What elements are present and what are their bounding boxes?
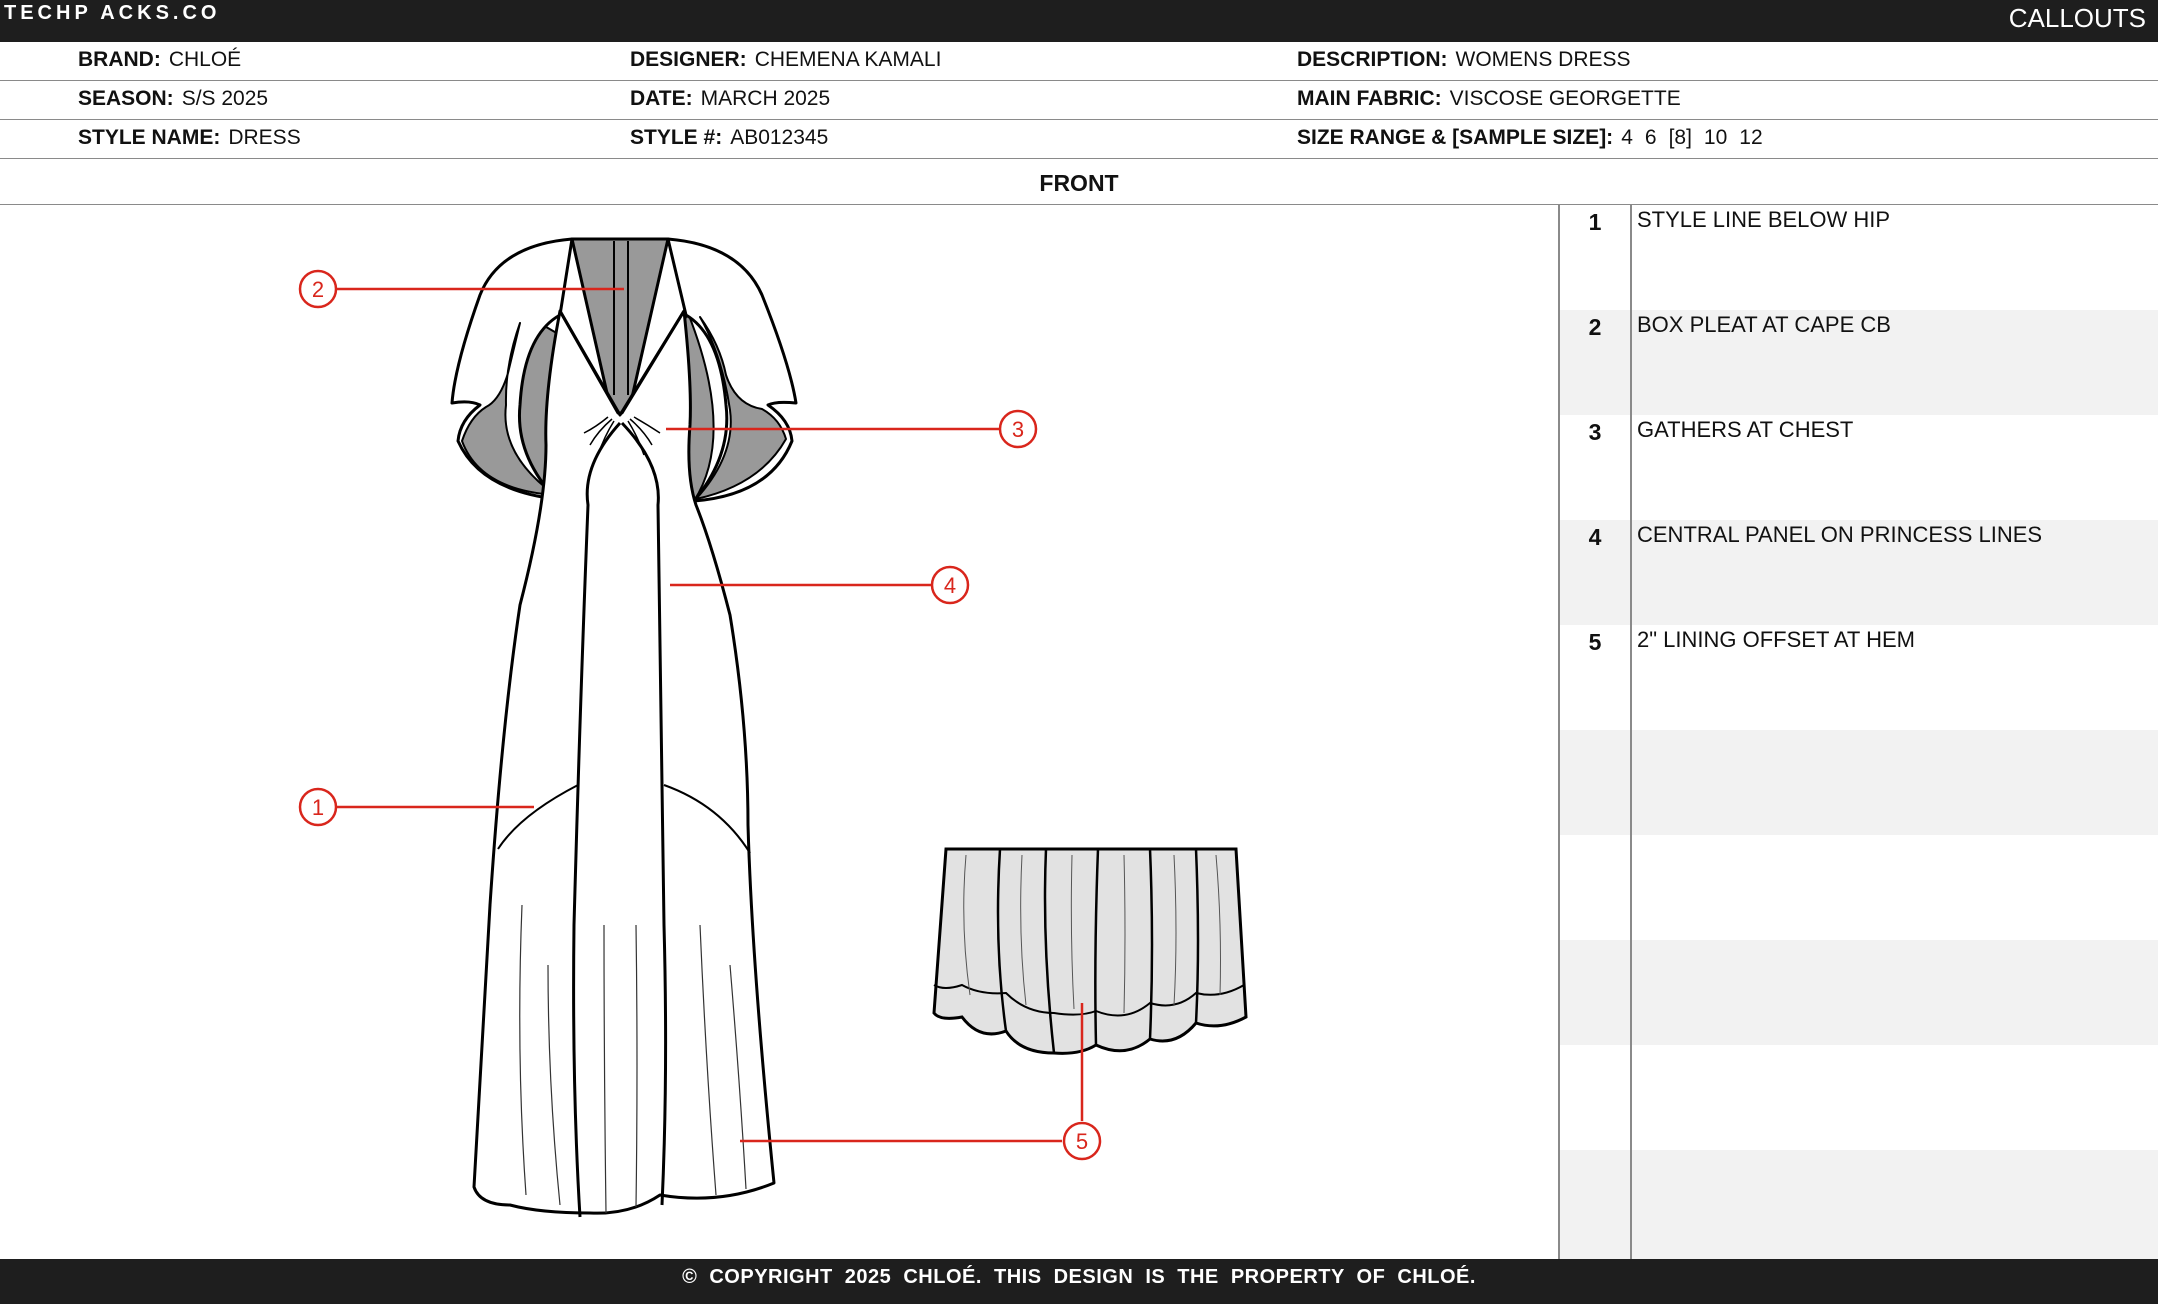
callout-marker-3: 3 <box>998 409 1038 449</box>
season-label: SEASON: <box>78 87 174 110</box>
designer-value: CHEMENA KAMALI <box>754 48 942 71</box>
brand-logo: TECHP ACKS.CO <box>4 2 221 24</box>
description-value: WOMENS DRESS <box>1455 48 1631 71</box>
designer-label: DESIGNER: <box>630 48 747 71</box>
callout-marker-1: 1 <box>298 787 338 827</box>
info-row-2: SEASON: S/S 2025 DATE: MARCH 2025 MAIN FAB… <box>0 81 2158 120</box>
callout-row <box>1560 1045 2158 1150</box>
dress-flat-sketch <box>450 237 798 1218</box>
callout-text: 2" LINING OFFSET AT HEM <box>1637 627 1915 652</box>
fabric-label: MAIN FABRIC: <box>1297 87 1442 110</box>
style-name-value: DRESS <box>228 126 301 149</box>
marker-label: 4 <box>944 573 956 598</box>
marker-label: 2 <box>312 277 324 302</box>
date-field: DATE: MARCH 2025 <box>630 87 830 111</box>
callout-number: 4 <box>1588 524 1602 550</box>
season-field: SEASON: S/S 2025 <box>78 87 268 111</box>
callout-marker-5: 5 <box>1062 1121 1102 1161</box>
callout-row <box>1560 835 2158 940</box>
callout-number: 3 <box>1588 419 1602 445</box>
callout-row <box>1560 940 2158 1045</box>
info-row-1: BRAND: CHLOÉ DESIGNER: CHEMENA KAMALI DESC… <box>0 42 2158 81</box>
callout-text: GATHERS AT CHEST <box>1637 417 1854 442</box>
callout-row <box>1560 730 2158 835</box>
size-value: 4 <box>1621 126 1633 149</box>
marker-label: 5 <box>1076 1129 1088 1154</box>
view-label: FRONT <box>0 161 2158 205</box>
style-name-field: STYLE NAME: DRESS <box>78 126 301 150</box>
callout-row: 5 2" LINING OFFSET AT HEM <box>1560 625 2158 730</box>
table-divider <box>1630 205 1632 1259</box>
season-value: S/S 2025 <box>181 87 269 110</box>
callout-text: STYLE LINE BELOW HIP <box>1637 207 1891 232</box>
date-value: MARCH 2025 <box>700 87 831 110</box>
info-row-3: STYLE NAME: DRESS STYLE #: AB012345 SIZE R… <box>0 120 2158 159</box>
fabric-field: MAIN FABRIC: VISCOSE GEORGETTE <box>1297 87 1681 111</box>
technical-drawing: 1 2 3 4 5 <box>298 237 1248 1218</box>
size-range-field: SIZE RANGE & [SAMPLE SIZE]: 4 6 [8] 10 12 <box>1297 126 1775 150</box>
callout-row: 4 CENTRAL PANEL ON PRINCESS LINES <box>1560 520 2158 625</box>
callout-text: BOX PLEAT AT CAPE CB <box>1637 312 1891 337</box>
copyright-footer: © COPYRIGHT 2025 CHLOÉ. THIS DESIGN IS T… <box>0 1259 2158 1304</box>
callout-row <box>1560 1150 2158 1259</box>
callout-row: 1 STYLE LINE BELOW HIP <box>1560 205 2158 310</box>
callout-table: 1 STYLE LINE BELOW HIP 2 BOX PLEAT AT CAPE… <box>1558 205 2158 1259</box>
callout-marker-2: 2 <box>298 269 338 309</box>
marker-label: 3 <box>1012 417 1024 442</box>
callout-number: 5 <box>1588 629 1602 655</box>
hem-lining-detail <box>932 847 1248 1055</box>
designer-field: DESIGNER: CHEMENA KAMALI <box>630 48 941 72</box>
callout-row: 2 BOX PLEAT AT CAPE CB <box>1560 310 2158 415</box>
callout-number: 2 <box>1588 314 1602 340</box>
brand-label: BRAND: <box>78 48 161 71</box>
size-value: 6 <box>1644 126 1657 149</box>
date-label: DATE: <box>630 87 693 110</box>
description-field: DESCRIPTION: WOMENS DRESS <box>1297 48 1631 72</box>
style-number-label: STYLE #: <box>630 126 723 149</box>
callout-number: 1 <box>1588 209 1602 235</box>
style-name-label: STYLE NAME: <box>78 126 221 149</box>
description-label: DESCRIPTION: <box>1297 48 1448 71</box>
callout-marker-4: 4 <box>930 565 970 605</box>
page-title: CALLOUTS <box>2008 3 2146 33</box>
size-range-label: SIZE RANGE & [SAMPLE SIZE]: <box>1297 126 1614 149</box>
brand-field: BRAND: CHLOÉ <box>78 48 241 72</box>
sample-size-value: [8] <box>1668 126 1692 149</box>
callout-text: CENTRAL PANEL ON PRINCESS LINES <box>1637 522 2043 547</box>
marker-label: 1 <box>312 795 324 820</box>
fabric-value: VISCOSE GEORGETTE <box>1449 87 1681 110</box>
top-bar: TECHP ACKS.CO CALLOUTS <box>0 0 2158 42</box>
callout-row: 3 GATHERS AT CHEST <box>1560 415 2158 520</box>
brand-value: CHLOÉ <box>168 48 242 71</box>
size-value: 12 <box>1739 126 1763 149</box>
style-number-value: AB012345 <box>730 126 829 149</box>
style-number-field: STYLE #: AB012345 <box>630 126 828 150</box>
size-value: 10 <box>1703 126 1728 149</box>
